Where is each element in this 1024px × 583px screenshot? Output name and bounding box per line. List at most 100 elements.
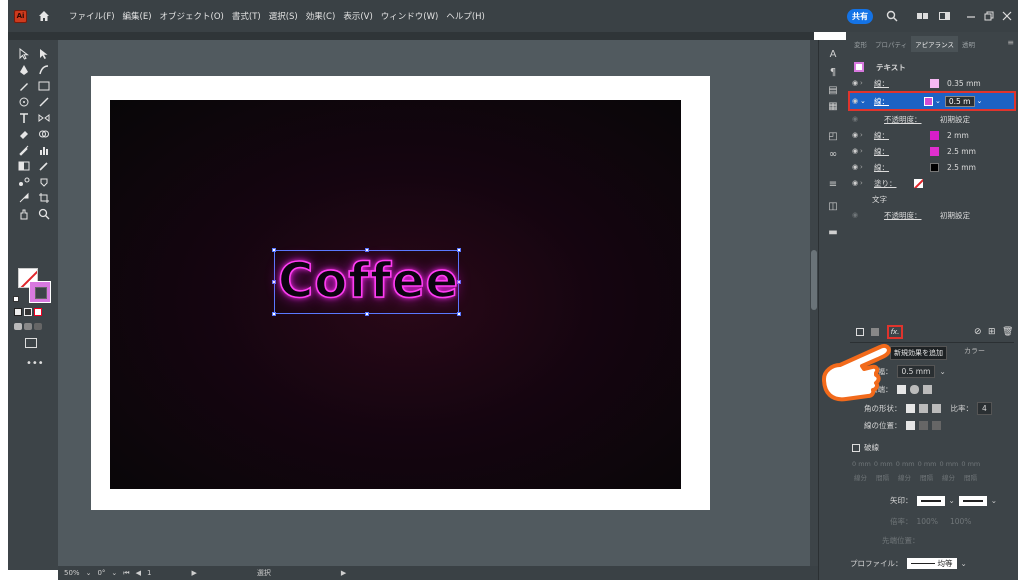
selection-handle[interactable] <box>272 312 276 316</box>
blob-brush-icon[interactable] <box>16 79 32 93</box>
stroke-label[interactable]: 線： <box>874 146 926 157</box>
type-tool-icon[interactable] <box>16 111 32 125</box>
clear-appearance-icon[interactable]: ⊘ <box>974 327 982 337</box>
start-arrowhead-chevron-icon[interactable]: ⌄ <box>949 496 955 505</box>
menu-type[interactable]: 書式(T) <box>228 10 265 22</box>
end-arrowhead-dropdown[interactable] <box>958 495 987 506</box>
rotate-tool-icon[interactable] <box>16 95 32 109</box>
end-scale-field[interactable]: 100% <box>950 517 971 526</box>
draw-inside-icon[interactable] <box>34 323 42 330</box>
stroke-color-swatch[interactable] <box>930 130 939 140</box>
characters-row[interactable]: 文字 <box>850 191 1014 207</box>
stroke-weight-value[interactable]: 0.35 mm <box>947 79 981 88</box>
stroke-weight-input[interactable]: 0.5 m <box>944 95 975 107</box>
dash-field[interactable]: 0 mm <box>852 460 871 468</box>
dash-field[interactable]: 0 mm <box>940 460 959 468</box>
symbol-sprayer-icon[interactable] <box>16 191 32 205</box>
visibility-eye-icon[interactable]: ◉ <box>850 179 860 187</box>
stroke-weight-value[interactable]: 2.5 mm <box>947 163 976 172</box>
links-panel-icon[interactable]: ∞ <box>825 146 841 162</box>
selection-handle[interactable] <box>365 248 369 252</box>
visibility-eye-icon[interactable]: ◉ <box>850 79 860 87</box>
menu-object[interactable]: オブジェクト(O) <box>156 10 228 22</box>
appearance-stroke-row-selected[interactable]: ◉ ⌄ 線： ⌄ 0.5 m ⌄ <box>848 91 1016 111</box>
neon-coffee-text[interactable]: Coffee <box>277 252 459 310</box>
artboard-tool-icon[interactable] <box>36 191 52 205</box>
stroke-label[interactable]: 線： <box>874 96 920 107</box>
none-mode-icon[interactable] <box>34 308 42 316</box>
appearance-fill-row[interactable]: ◉ › 塗り： <box>850 175 1014 191</box>
menu-help[interactable]: ヘルプ(H) <box>442 10 489 22</box>
expand-chevron-icon[interactable]: › <box>860 131 868 139</box>
expand-chevron-icon[interactable]: › <box>860 163 868 171</box>
visibility-eye-icon[interactable]: ◉ <box>850 115 860 123</box>
color-mode-icon[interactable] <box>14 308 22 316</box>
menu-view[interactable]: 表示(V) <box>339 10 376 22</box>
stroke-color-swatch[interactable] <box>924 96 933 106</box>
restore-icon[interactable] <box>981 8 997 24</box>
more-tools-icon[interactable]: ••• <box>26 358 44 369</box>
opacity-row[interactable]: ◉ 不透明度： 初期設定 <box>850 111 1014 127</box>
zoom-tool-icon[interactable] <box>36 207 52 221</box>
stroke-weight-value[interactable]: 2 mm <box>947 131 969 140</box>
draw-normal-icon[interactable] <box>14 323 22 330</box>
stroke-weight-value[interactable]: 2.5 mm <box>947 147 976 156</box>
start-scale-field[interactable]: 100% <box>917 517 938 526</box>
status-menu-icon[interactable]: ▶ <box>341 569 346 577</box>
gradient-panel-icon[interactable]: ▬ <box>825 224 841 240</box>
opacity-label[interactable]: 不透明度： <box>884 210 940 221</box>
menu-edit[interactable]: 編集(E) <box>119 10 156 22</box>
paragraph-panel-icon[interactable]: ¶ <box>825 64 841 80</box>
selection-handle[interactable] <box>457 312 461 316</box>
stroke-weight-dropdown-icon[interactable]: ⌄ <box>977 97 983 105</box>
panel-menu-icon[interactable]: ≡ <box>1007 38 1014 47</box>
rotation-dropdown-icon[interactable]: ⌄ <box>111 569 117 577</box>
visibility-eye-icon[interactable]: ◉ <box>850 211 860 219</box>
stroke-label[interactable]: 線： <box>874 162 926 173</box>
stroke-color-swatch[interactable] <box>930 146 939 156</box>
appearance-stroke-row[interactable]: ◉ › 線： 2 mm <box>850 127 1014 143</box>
menu-effect[interactable]: 効果(C) <box>302 10 340 22</box>
gradient-tool-icon[interactable] <box>16 159 32 173</box>
bevel-join-icon[interactable] <box>931 404 941 413</box>
live-paint-icon[interactable] <box>36 175 52 189</box>
graph-tool-icon[interactable] <box>36 143 52 157</box>
stroke-label[interactable]: 線： <box>874 78 926 89</box>
dark-background-rectangle[interactable]: Coffee <box>110 100 681 489</box>
next-artboard-icon[interactable]: ▶ <box>191 569 196 577</box>
screen-mode-icon[interactable] <box>25 338 37 348</box>
blend-tool-icon[interactable] <box>16 175 32 189</box>
paintbrush-tool-icon[interactable] <box>16 143 32 157</box>
pathfinder-panel-icon[interactable]: ◫ <box>825 198 841 214</box>
zoom-dropdown-icon[interactable]: ⌄ <box>86 569 92 577</box>
selection-handle[interactable] <box>272 248 276 252</box>
delete-item-icon[interactable]: 🗑 <box>1002 327 1013 337</box>
gap-field[interactable]: 0 mm <box>961 460 980 468</box>
stroke-weight-field[interactable]: 0.5 mm <box>896 365 936 378</box>
gap-field[interactable]: 0 mm <box>874 460 893 468</box>
artboard-number[interactable]: 1 <box>147 569 151 577</box>
pencil-tool-icon[interactable] <box>36 95 52 109</box>
profile-dropdown[interactable]: 均等 <box>906 558 957 569</box>
draw-behind-icon[interactable] <box>24 323 32 330</box>
rectangle-tool-icon[interactable] <box>36 79 52 93</box>
fill-label[interactable]: 塗り： <box>874 178 910 189</box>
stroke-color-swatch[interactable] <box>930 78 939 88</box>
visibility-eye-icon[interactable]: ◉ <box>850 163 860 171</box>
start-arrowhead-dropdown[interactable] <box>916 495 945 506</box>
home-icon[interactable] <box>37 9 51 23</box>
eraser-tool-icon[interactable] <box>16 127 32 141</box>
reflect-tool-icon[interactable] <box>36 111 52 125</box>
miter-ratio-field[interactable]: 4 <box>977 402 992 415</box>
artboard[interactable]: Coffee <box>91 76 710 510</box>
selection-handle[interactable] <box>365 312 369 316</box>
expand-chevron-icon[interactable]: › <box>860 79 868 87</box>
menu-select[interactable]: 選択(S) <box>265 10 302 22</box>
vertical-scrollbar[interactable] <box>810 40 818 566</box>
rotation-value[interactable]: 0° <box>97 569 105 577</box>
gap-field[interactable]: 0 mm <box>918 460 937 468</box>
share-button[interactable]: 共有 <box>847 9 873 24</box>
opacity-label[interactable]: 不透明度： <box>884 114 940 125</box>
expand-chevron-icon[interactable]: › <box>860 179 868 187</box>
align-panel-icon[interactable]: ≡ <box>825 176 841 192</box>
